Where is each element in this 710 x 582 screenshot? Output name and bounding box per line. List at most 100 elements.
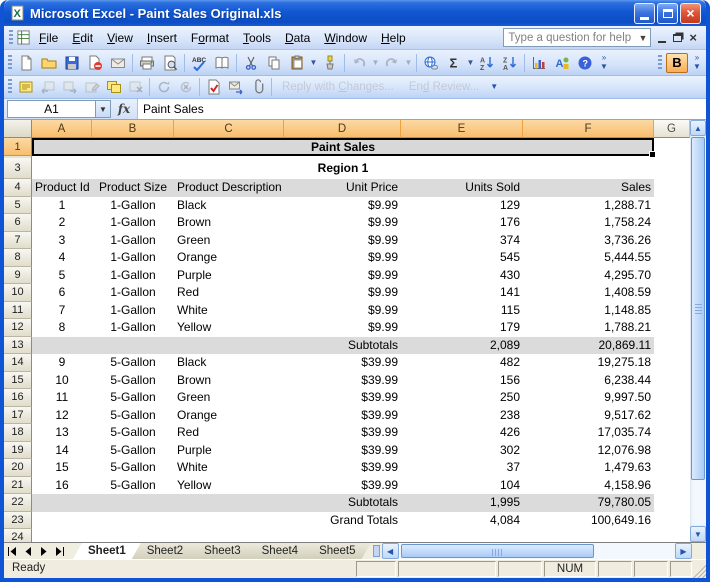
cell-E15[interactable]: 156 <box>401 372 523 390</box>
cell-C20[interactable]: White <box>174 459 284 477</box>
workbook-restore-icon[interactable] <box>673 33 683 42</box>
column-header-f[interactable]: F <box>523 120 654 138</box>
cell-F16[interactable]: 9,997.50 <box>523 389 654 407</box>
cell-C9[interactable]: Purple <box>174 267 284 285</box>
previous-comment-button[interactable] <box>37 77 58 97</box>
scroll-down-icon[interactable]: ▼ <box>690 526 706 542</box>
last-sheet-button[interactable] <box>52 543 68 559</box>
cell-E11[interactable]: 115 <box>401 302 523 320</box>
cell-F13[interactable]: 20,869.11 <box>523 336 654 354</box>
accept-change-button[interactable] <box>153 77 174 97</box>
cell-E9[interactable]: 430 <box>401 267 523 285</box>
cell-A11[interactable]: 7 <box>32 302 92 320</box>
cell-B22[interactable] <box>92 494 174 512</box>
column-header-g[interactable]: G <box>654 120 690 138</box>
send-to-mail-recipient-button[interactable] <box>225 77 246 97</box>
cell-A18[interactable]: 13 <box>32 424 92 442</box>
cell-E13[interactable]: 2,089 <box>401 336 523 354</box>
drawing-button[interactable]: A <box>551 52 573 74</box>
cell-B19[interactable]: 5-Gallon <box>92 442 174 460</box>
cell-F14[interactable]: 19,275.18 <box>523 354 654 372</box>
cell-D23[interactable]: Grand Totals <box>284 512 401 530</box>
cell-B5[interactable]: 1-Gallon <box>92 197 174 215</box>
cell-D20[interactable]: $39.99 <box>284 459 401 477</box>
cell-C17[interactable]: Orange <box>174 407 284 425</box>
sheet-tab-sheet5[interactable]: Sheet5 <box>304 543 370 559</box>
sheet-tab-sheet2[interactable]: Sheet2 <box>132 543 198 559</box>
cell-B8[interactable]: 1-Gallon <box>92 249 174 267</box>
cell-E16[interactable]: 250 <box>401 389 523 407</box>
name-box[interactable]: A1 <box>7 100 95 118</box>
cell-C23[interactable] <box>174 512 284 530</box>
cell-D10[interactable]: $9.99 <box>284 284 401 302</box>
update-file-button[interactable] <box>203 77 224 97</box>
end-review-button[interactable]: End Review... <box>402 81 486 93</box>
print-button[interactable] <box>136 52 158 74</box>
question-box-dropdown-icon[interactable]: ▼ <box>635 33 650 43</box>
cell-C15[interactable]: Brown <box>174 372 284 390</box>
attach-file-button[interactable] <box>247 77 268 97</box>
autosum-button[interactable]: Σ <box>443 52 465 74</box>
sort-ascending-button[interactable]: AZ <box>476 52 498 74</box>
row-header-22[interactable]: 22 <box>4 494 32 512</box>
minimize-button[interactable] <box>634 2 655 24</box>
menu-file[interactable]: File <box>32 27 65 49</box>
cell-F6[interactable]: 1,758.24 <box>523 214 654 232</box>
close-button[interactable]: × <box>680 2 701 24</box>
cell-A7[interactable]: 3 <box>32 232 92 250</box>
cell-C4[interactable]: Product Description <box>174 179 284 197</box>
question-box[interactable]: Type a question for help ▼ <box>503 28 652 47</box>
cell-F21[interactable]: 4,158.96 <box>523 477 654 495</box>
cell-E18[interactable]: 426 <box>401 424 523 442</box>
standard-toolbar-grip[interactable] <box>8 54 12 71</box>
formatting-toolbar-grip[interactable] <box>658 54 662 71</box>
cell-B14[interactable]: 5-Gallon <box>92 354 174 372</box>
maximize-button[interactable] <box>657 2 678 24</box>
cell-F9[interactable]: 4,295.70 <box>523 267 654 285</box>
cell-D17[interactable]: $39.99 <box>284 407 401 425</box>
cell-F22[interactable]: 79,780.05 <box>523 494 654 512</box>
undo-button[interactable] <box>348 52 370 74</box>
cell-D5[interactable]: $9.99 <box>284 197 401 215</box>
cell-C6[interactable]: Brown <box>174 214 284 232</box>
cell-E17[interactable]: 238 <box>401 407 523 425</box>
cell-F5[interactable]: 1,288.71 <box>523 197 654 215</box>
cell-B23[interactable] <box>92 512 174 530</box>
row-header-1[interactable]: 1 <box>4 138 32 156</box>
row-header-17[interactable]: 17 <box>4 406 32 424</box>
row-header-20[interactable]: 20 <box>4 459 32 477</box>
bold-button[interactable]: B <box>666 52 688 73</box>
menu-insert[interactable]: Insert <box>140 27 184 49</box>
sheet-tab-sheet3[interactable]: Sheet3 <box>189 543 255 559</box>
cell-F19[interactable]: 12,076.98 <box>523 442 654 460</box>
cell-F17[interactable]: 9,517.62 <box>523 407 654 425</box>
cell-C22[interactable] <box>174 494 284 512</box>
cell-F15[interactable]: 6,238.44 <box>523 372 654 390</box>
cell-A8[interactable]: 4 <box>32 249 92 267</box>
cell-D22[interactable]: Subtotals <box>284 494 401 512</box>
cell-A4[interactable]: Product Id <box>32 179 92 197</box>
row-header-8[interactable]: 8 <box>4 249 32 267</box>
show-all-comments-button[interactable] <box>103 77 124 97</box>
redo-dropdown-icon[interactable]: ▼ <box>404 58 413 67</box>
new-comment-button[interactable] <box>15 77 36 97</box>
cell-D7[interactable]: $9.99 <box>284 232 401 250</box>
cell-C18[interactable]: Red <box>174 424 284 442</box>
cell-A21[interactable]: 16 <box>32 477 92 495</box>
cell-D9[interactable]: $9.99 <box>284 267 401 285</box>
reviewing-options-chevron[interactable]: ▼ <box>487 76 501 98</box>
cell-E23[interactable]: 4,084 <box>401 512 523 530</box>
paste-button[interactable] <box>286 52 308 74</box>
cell-E12[interactable]: 179 <box>401 319 523 337</box>
research-button[interactable] <box>211 52 233 74</box>
scroll-left-icon[interactable]: ◀ <box>381 543 399 559</box>
cell-B16[interactable]: 5-Gallon <box>92 389 174 407</box>
cell-B20[interactable]: 5-Gallon <box>92 459 174 477</box>
row-header-5[interactable]: 5 <box>4 196 32 214</box>
mail-recipient-button[interactable] <box>107 52 129 74</box>
cell-D4[interactable]: Unit Price <box>284 179 401 197</box>
cell-C5[interactable]: Black <box>174 197 284 215</box>
next-sheet-button[interactable] <box>36 543 52 559</box>
cell-C7[interactable]: Green <box>174 232 284 250</box>
menu-view[interactable]: View <box>100 27 140 49</box>
